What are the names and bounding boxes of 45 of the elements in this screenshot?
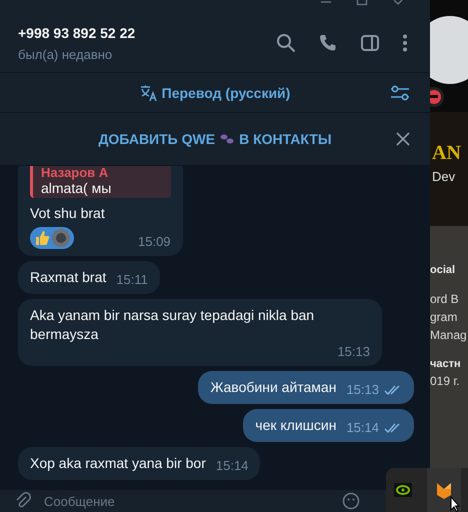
avatar-icon [52, 229, 70, 247]
page-text: ocial [430, 264, 456, 276]
page-text: частн [430, 358, 462, 370]
emoji-icon[interactable] [342, 492, 360, 510]
message-text: чек клишсин [255, 416, 336, 435]
message-time: 15:14 [216, 458, 248, 473]
translate-button[interactable]: Перевод (русский) [140, 84, 290, 100]
translate-icon [140, 84, 158, 100]
page-heading: AN [432, 142, 462, 165]
phone-icon[interactable] [318, 33, 338, 53]
thumbs-up-icon [34, 230, 50, 246]
message-time: 15:09 [138, 234, 171, 249]
reply-author: Назаров А [41, 166, 110, 180]
message-text: Vot shu brat [30, 204, 105, 223]
fox-app-icon[interactable] [436, 481, 452, 499]
message-time: 15:13 [346, 382, 379, 397]
attach-icon[interactable] [14, 492, 32, 510]
reply-text: almata( мы [41, 180, 112, 196]
message-text: Xop aka raxmat yana bir bor [30, 454, 206, 473]
message-time: 15:13 [337, 344, 370, 359]
settings-icon[interactable] [390, 82, 410, 102]
search-icon[interactable] [276, 33, 296, 53]
page-text: ord B [430, 292, 460, 306]
message-time: 15:14 [346, 420, 379, 435]
close-icon[interactable] [396, 132, 410, 146]
page-nav-text: Dev [432, 169, 456, 184]
contact-phone: +998 93 892 52 22 [18, 24, 136, 40]
message-text: Жавобини айтаман [210, 378, 336, 397]
page-text: gram [430, 310, 458, 324]
cursor-icon [450, 496, 460, 512]
add-contact-link[interactable]: ДОБАВИТЬ QWE [98, 131, 216, 147]
maximize-icon[interactable] [356, 0, 368, 6]
message-text: Raxmat brat [30, 268, 106, 287]
last-seen-status: был(а) недавно [18, 46, 114, 62]
page-text: Manag [430, 328, 468, 342]
add-contact-link[interactable]: В КОНТАКТЫ [239, 131, 332, 147]
reaction-pill[interactable] [30, 227, 74, 249]
close-icon[interactable] [392, 0, 404, 5]
page-text: 019 г. [430, 374, 461, 388]
more-icon[interactable] [402, 33, 408, 53]
message-text: Aka yanam bir narsa suray tepadagi nikla ban bermaysza [30, 306, 316, 344]
message-time: 15:11 [116, 272, 148, 287]
minimize-icon[interactable] [320, 0, 332, 4]
reply-quote[interactable]: Назаров А almata( мы [30, 166, 171, 198]
sidebar-toggle-icon[interactable] [360, 33, 380, 53]
